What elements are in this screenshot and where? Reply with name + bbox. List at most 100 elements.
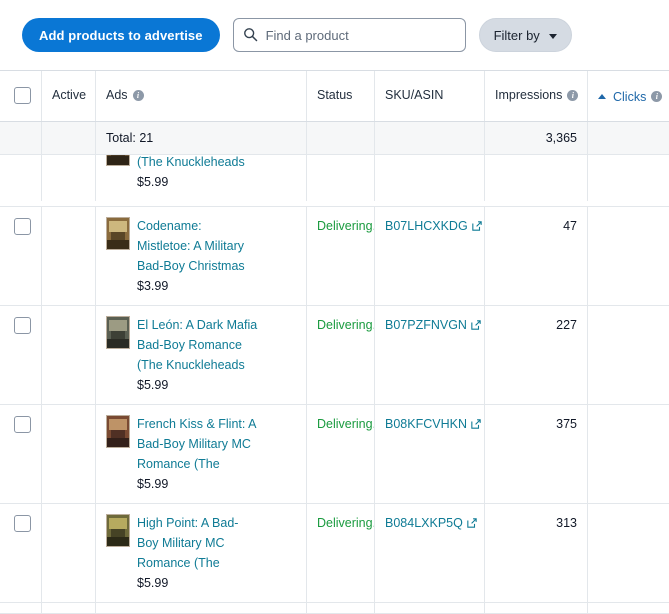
external-link-icon <box>471 418 481 429</box>
sort-ascending-icon <box>598 94 606 99</box>
info-icon[interactable]: i <box>567 89 579 101</box>
ad-title-link[interactable]: Boy Military MC <box>137 533 238 553</box>
row-status-cell: Delivering. <box>307 305 375 404</box>
ad-title-link[interactable]: Bad-Boy Military MC <box>137 434 256 454</box>
ad-title-link[interactable]: High Point: A Bad- <box>137 513 238 533</box>
external-link-icon <box>471 319 481 330</box>
info-icon[interactable]: i <box>132 89 144 101</box>
status-text: Delivering. <box>317 218 375 233</box>
sku-asin-value: B08KFCVHKN <box>385 416 467 431</box>
column-header-clicks-label: Clicks <box>613 89 647 104</box>
row-select-cell <box>0 602 42 613</box>
total-clicks-cell <box>588 122 669 154</box>
row-active-cell <box>42 154 96 201</box>
total-label-cell: Total: 21 <box>96 121 307 154</box>
row-select-checkbox[interactable] <box>14 217 31 235</box>
row-active-cell <box>42 503 96 602</box>
column-header-ads[interactable]: Ads i <box>96 71 307 121</box>
product-thumbnail[interactable] <box>106 513 130 547</box>
column-header-active[interactable]: Active <box>42 71 96 121</box>
row-ads-cell <box>96 602 307 614</box>
row-sku-cell: B08KFCVHKN <box>375 404 485 503</box>
toolbar: Add products to advertise Filter by <box>0 0 669 70</box>
column-header-active-label: Active <box>52 88 87 102</box>
ad-title-link[interactable]: El León: A Dark Mafia <box>137 315 257 335</box>
row-select-checkbox[interactable] <box>14 415 31 433</box>
sku-asin-link[interactable]: B07PZFNVGN <box>385 315 481 335</box>
sku-asin-value: B084LXKP5Q <box>385 515 463 530</box>
filter-by-button[interactable]: Filter by <box>478 18 572 52</box>
impressions-value: 375 <box>556 416 577 431</box>
ad-title-link[interactable]: (The Knuckleheads <box>137 355 257 375</box>
row-select-checkbox[interactable] <box>14 514 31 532</box>
ad-price: $5.99 <box>137 476 169 491</box>
sku-asin-link[interactable]: B07LHCXKDG <box>385 216 482 236</box>
ad-price: $5.99 <box>137 174 169 189</box>
table-body: Military MC Romance(The Knuckleheads$5.9… <box>0 154 669 614</box>
product-thumbnail[interactable] <box>106 414 130 448</box>
row-select-cell <box>0 503 42 602</box>
row-active-cell <box>42 305 96 404</box>
select-all-checkbox-cell <box>0 71 42 121</box>
total-sku-cell <box>375 121 485 154</box>
row-clicks-cell <box>588 207 669 305</box>
table-header-row: Active Ads i Status SKU/ASIN Impressions… <box>0 71 669 122</box>
sku-asin-value: B07LHCXKDG <box>385 218 468 233</box>
ad-title-link[interactable]: Romance (The <box>137 553 238 573</box>
ad-title-link[interactable]: Bad-Boy Romance <box>137 335 257 355</box>
row-status-cell: Delivering. <box>307 206 375 305</box>
add-products-to-advertise-button[interactable]: Add products to advertise <box>22 18 220 52</box>
table-total-row: Total: 21 3,365 <box>0 121 669 155</box>
row-status-cell: Delivering. <box>307 404 375 503</box>
ad-title-link[interactable]: Codename: <box>137 216 245 236</box>
product-thumbnail[interactable] <box>106 216 130 250</box>
column-header-ads-label: Ads <box>106 88 128 102</box>
status-text: Delivering. <box>317 416 375 431</box>
external-link-icon <box>467 517 477 528</box>
row-select-checkbox[interactable] <box>14 316 31 334</box>
row-status-cell: Delivering. <box>307 154 375 201</box>
impressions-value: 47 <box>563 218 577 233</box>
select-all-checkbox[interactable] <box>14 87 31 104</box>
row-clicks-cell <box>588 405 669 503</box>
search-box <box>232 18 466 52</box>
column-header-clicks[interactable]: Clicks i <box>588 71 669 121</box>
ad-title-link[interactable]: (The Knuckleheads <box>137 155 256 172</box>
product-thumbnail[interactable] <box>106 315 130 349</box>
info-icon[interactable]: i <box>651 91 663 102</box>
row-status-cell: Delivering. <box>307 503 375 602</box>
sku-asin-link[interactable]: B08KFCVHKN <box>385 414 481 434</box>
impressions-value: 227 <box>556 317 577 332</box>
ad-title-link[interactable]: French Kiss & Flint: A <box>137 414 256 434</box>
product-thumbnail[interactable] <box>106 613 130 614</box>
total-active-cell <box>42 121 96 154</box>
row-status-cell <box>307 602 375 613</box>
row-select-cell <box>0 154 42 201</box>
row-ads-cell: Military MC Romance(The Knuckleheads$5.9… <box>96 154 307 201</box>
product-thumbnail[interactable] <box>106 154 130 166</box>
row-impressions-cell <box>485 154 588 201</box>
column-header-status[interactable]: Status <box>307 71 375 121</box>
column-header-impressions-label: Impressions <box>495 88 563 102</box>
row-sku-cell: B07PZFNVGN <box>375 305 485 404</box>
row-ads-cell: High Point: A Bad- Boy Military MC Romance… <box>96 503 307 602</box>
ad-title-link[interactable]: Mistletoe: A Military <box>137 236 245 256</box>
ad-price: $5.99 <box>137 377 169 392</box>
row-clicks-cell <box>588 155 669 201</box>
sku-asin-link[interactable]: B084LXKP5Q <box>385 513 477 533</box>
row-active-cell <box>42 404 96 503</box>
row-active-cell <box>42 602 96 613</box>
ad-price: $3.99 <box>137 278 169 293</box>
column-header-impressions[interactable]: Impressions i <box>485 71 588 121</box>
search-input[interactable] <box>232 18 466 52</box>
ad-title-link[interactable]: Bad-Boy Christmas <box>137 256 245 276</box>
row-impressions-cell: 375 <box>485 404 588 503</box>
sku-asin-value: B07PZFNVGN <box>385 317 467 332</box>
total-impressions-cell: 3,365 <box>485 121 588 154</box>
external-link-icon <box>471 220 482 231</box>
table-row <box>0 602 669 614</box>
ad-title-link[interactable]: Romance (The <box>137 454 256 474</box>
row-ads-cell: Codename: Mistletoe: A Military Bad-Boy Ch… <box>96 206 307 305</box>
column-header-sku-asin[interactable]: SKU/ASIN <box>375 71 485 121</box>
impressions-value: 313 <box>556 515 577 530</box>
